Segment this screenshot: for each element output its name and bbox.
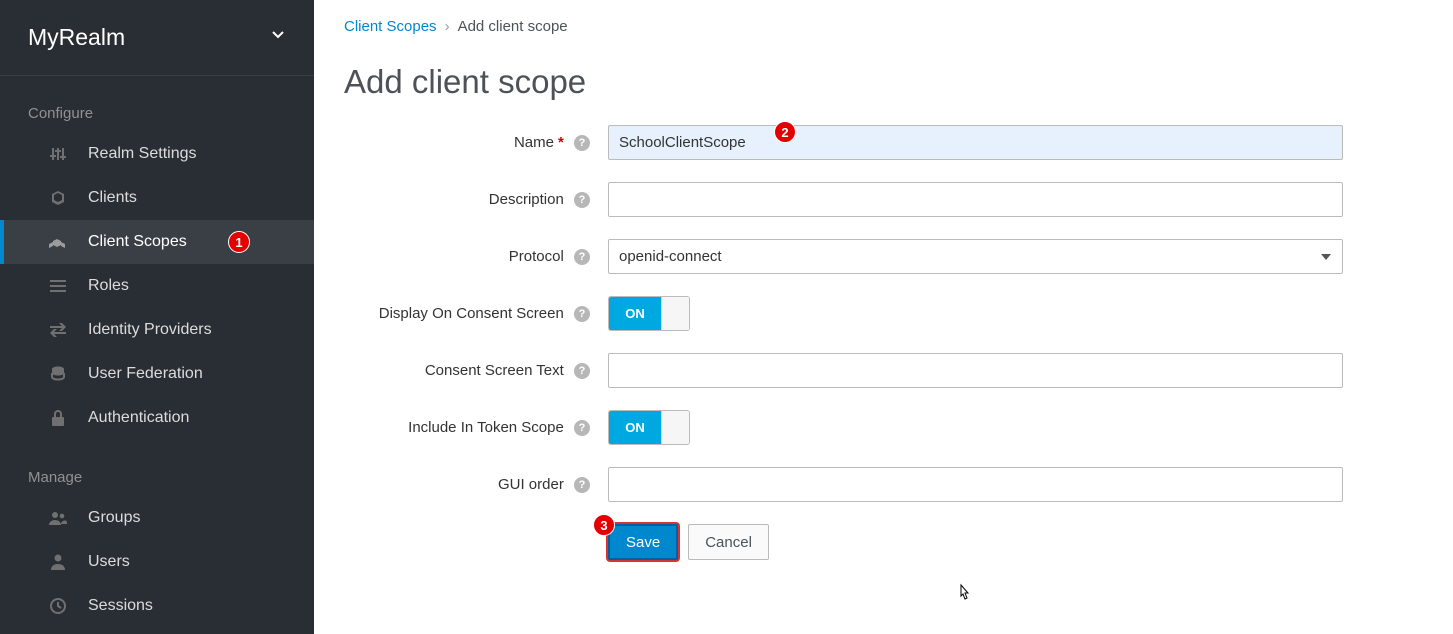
database-icon <box>48 366 68 382</box>
breadcrumb-link-client-scopes[interactable]: Client Scopes <box>344 18 437 35</box>
sliders-icon <box>48 146 68 162</box>
callout-badge-1: 1 <box>228 231 250 253</box>
sidebar-item-label: Realm Settings <box>88 145 197 163</box>
sidebar-section-configure: Configure <box>0 76 314 132</box>
sidebar-item-label: Clients <box>88 189 137 207</box>
exchange-icon <box>48 323 68 337</box>
sidebar-item-authentication[interactable]: Authentication <box>0 396 314 440</box>
help-icon[interactable]: ? <box>574 306 590 322</box>
label-gui-order: GUI order ? <box>344 467 608 495</box>
cube-icon <box>48 190 68 206</box>
help-icon[interactable]: ? <box>574 420 590 436</box>
cubes-icon <box>48 234 68 250</box>
label-display-on-consent: Display On Consent Screen ? <box>344 296 608 324</box>
main-content: Client Scopes › Add client scope Add cli… <box>314 0 1453 634</box>
sidebar-item-user-federation[interactable]: User Federation <box>0 352 314 396</box>
sidebar-item-label: Identity Providers <box>88 321 212 339</box>
breadcrumb: Client Scopes › Add client scope <box>344 18 1423 35</box>
sidebar-item-roles[interactable]: Roles <box>0 264 314 308</box>
sidebar-item-realm-settings[interactable]: Realm Settings <box>0 132 314 176</box>
users-icon <box>48 511 68 525</box>
include-token-toggle[interactable]: ON <box>608 410 690 445</box>
help-icon[interactable]: ? <box>574 135 590 151</box>
sidebar-item-clients[interactable]: Clients <box>0 176 314 220</box>
sidebar-item-label: User Federation <box>88 365 203 383</box>
save-button[interactable]: Save <box>608 524 678 560</box>
label-consent-text: Consent Screen Text ? <box>344 353 608 381</box>
sidebar-item-label: Roles <box>88 277 129 295</box>
sidebar-item-label: Groups <box>88 509 140 527</box>
label-description: Description ? <box>344 182 608 210</box>
callout-badge-3: 3 <box>593 514 615 536</box>
lock-icon <box>48 410 68 426</box>
client-scope-form: Name* ? 2 Description ? Pr <box>344 125 1423 560</box>
name-input[interactable] <box>608 125 1343 160</box>
breadcrumb-current: Add client scope <box>458 18 568 35</box>
sidebar-item-groups[interactable]: Groups <box>0 496 314 540</box>
consent-text-input[interactable] <box>608 353 1343 388</box>
cursor-pointer-icon <box>955 583 973 610</box>
help-icon[interactable]: ? <box>574 363 590 379</box>
help-icon[interactable]: ? <box>574 192 590 208</box>
label-include-token: Include In Token Scope ? <box>344 410 608 438</box>
sidebar-item-label: Authentication <box>88 409 189 427</box>
sidebar-item-sessions[interactable]: Sessions <box>0 584 314 628</box>
realm-name: MyRealm <box>28 24 125 51</box>
list-icon <box>48 280 68 292</box>
cancel-button[interactable]: Cancel <box>688 524 769 560</box>
sidebar-item-label: Sessions <box>88 597 153 615</box>
sidebar-item-client-scopes[interactable]: Client Scopes 1 <box>0 220 314 264</box>
protocol-select[interactable]: openid-connect <box>608 239 1343 274</box>
sidebar-item-identity-providers[interactable]: Identity Providers <box>0 308 314 352</box>
label-name: Name* ? <box>344 125 608 153</box>
display-on-consent-toggle[interactable]: ON <box>608 296 690 331</box>
sidebar-section-manage: Manage <box>0 440 314 496</box>
sidebar: MyRealm Configure Realm Settings Clients… <box>0 0 314 634</box>
sidebar-item-label: Client Scopes <box>88 233 187 251</box>
clock-icon <box>48 598 68 614</box>
callout-badge-2: 2 <box>774 121 796 143</box>
help-icon[interactable]: ? <box>574 477 590 493</box>
chevron-right-icon: › <box>445 18 450 35</box>
gui-order-input[interactable] <box>608 467 1343 502</box>
sidebar-item-label: Users <box>88 553 130 571</box>
realm-selector[interactable]: MyRealm <box>0 0 314 76</box>
user-icon <box>48 554 68 570</box>
sidebar-item-users[interactable]: Users <box>0 540 314 584</box>
chevron-down-icon <box>270 27 286 48</box>
page-title: Add client scope <box>344 63 1423 101</box>
help-icon[interactable]: ? <box>574 249 590 265</box>
label-protocol: Protocol ? <box>344 239 608 267</box>
description-input[interactable] <box>608 182 1343 217</box>
